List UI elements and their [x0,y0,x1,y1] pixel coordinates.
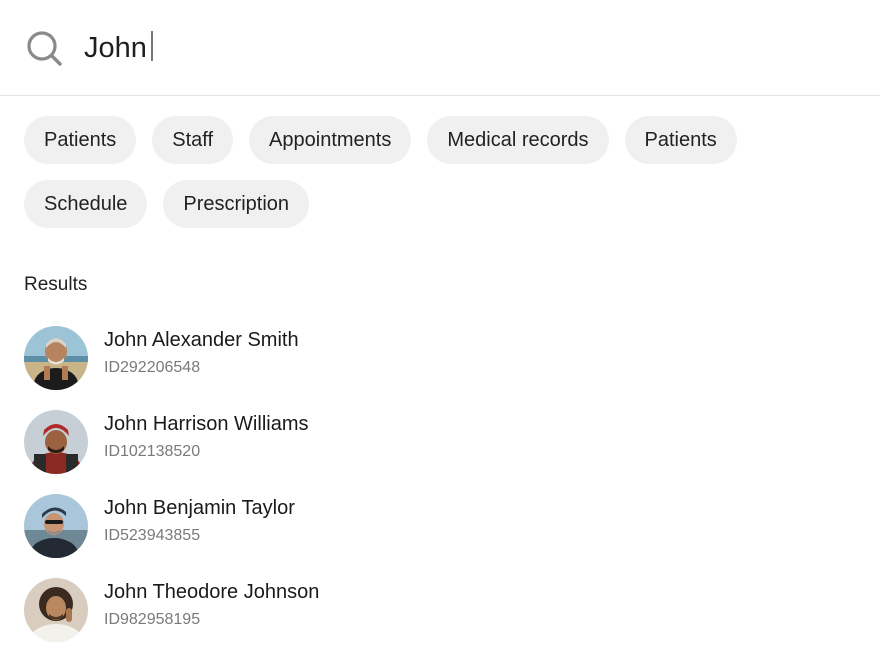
result-info: John Theodore Johnson ID982958195 [104,579,319,631]
chip-medical-records[interactable]: Medical records [427,116,609,164]
result-info: John Benjamin Taylor ID523943855 [104,495,295,547]
result-id: ID102138520 [104,443,201,460]
avatar [24,494,88,558]
result-info: John Alexander Smith ID292206548 [104,327,299,379]
results-heading: Results [24,274,88,295]
result-name: John Harrison Williams [104,413,309,435]
search-bar: John [0,0,880,96]
chip-prescription[interactable]: Prescription [163,180,310,228]
result-id: ID292206548 [104,359,201,376]
chip-patients[interactable]: Patients [24,116,137,164]
filter-chips: Patients Staff Appointments Medical reco… [24,116,864,244]
result-id: ID523943855 [104,527,201,544]
chip-patients-2[interactable]: Patients [624,116,737,164]
filter-chip-row: Patients Staff Appointments Medical reco… [24,116,864,164]
chip-schedule[interactable]: Schedule [24,180,148,228]
results-list: John Alexander Smith ID292206548 John Ha… [24,316,844,652]
result-id: ID982958195 [104,611,201,628]
avatar [24,578,88,642]
result-item[interactable]: John Harrison Williams ID102138520 [24,400,844,484]
result-item[interactable]: John Benjamin Taylor ID523943855 [24,484,844,568]
search-input-value: John [84,32,147,64]
text-cursor [150,31,153,61]
avatar [24,410,88,474]
result-name: John Theodore Johnson [104,581,320,603]
search-input[interactable]: John [84,31,153,65]
result-item[interactable]: John Theodore Johnson ID982958195 [24,568,844,652]
result-info: John Harrison Williams ID102138520 [104,411,309,463]
chip-appointments[interactable]: Appointments [249,116,412,164]
result-name: John Alexander Smith [104,329,299,351]
result-name: John Benjamin Taylor [104,497,295,519]
result-item[interactable]: John Alexander Smith ID292206548 [24,316,844,400]
chip-staff[interactable]: Staff [152,116,234,164]
search-icon [27,31,62,66]
filter-chip-row: Schedule Prescription [24,180,864,228]
avatar [24,326,88,390]
